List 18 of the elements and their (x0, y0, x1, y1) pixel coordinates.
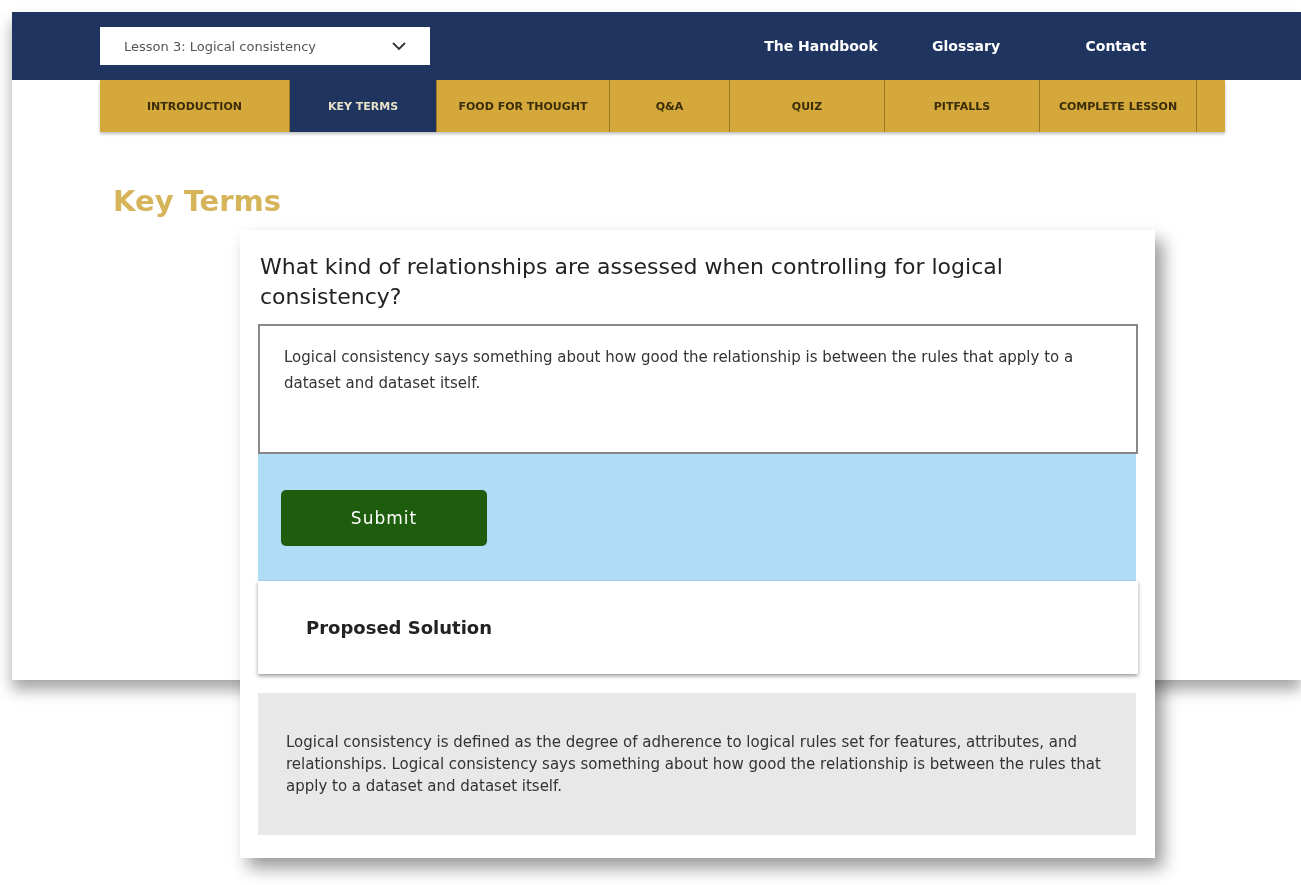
submit-button[interactable]: Submit (281, 489, 487, 546)
lesson-tab[interactable]: COMPLETE LESSON (1040, 80, 1197, 132)
nav-link[interactable]: Glossary (891, 38, 1041, 54)
lesson-tab[interactable]: QUIZ (730, 80, 885, 132)
page-heading: Key Terms (113, 184, 282, 218)
lesson-dropdown[interactable]: Lesson 3: Logical consistency (100, 27, 430, 65)
lesson-tab[interactable]: Q&A (610, 80, 730, 132)
lesson-tab[interactable]: INTRODUCTION (100, 80, 290, 132)
chevron-down-icon (392, 41, 406, 51)
nav-link[interactable]: The Handbook (751, 38, 891, 54)
question-text: What kind of relationships are assessed when controlling for logical consistency? (260, 253, 1004, 311)
nav-link[interactable]: Contact (1041, 38, 1191, 54)
answer-field[interactable]: Logical consistency says something about how good the relationship is between the rules that apply to a dataset and dataset itself. (258, 324, 1138, 454)
lesson-tab[interactable]: KEY TERMS (290, 80, 437, 132)
solution-title: Proposed Solution (306, 617, 493, 638)
solution-text: Logical consistency is defined as the degree of adherence to logical rules set for features, attributes, and relationships. Logical consistency says something about how good the relationship is between the rules that apply to a dataset and dataset itself. (286, 732, 1102, 797)
lesson-tab[interactable]: FOOD FOR THOUGHT (437, 80, 610, 132)
lesson-tab[interactable]: PITFALLS (885, 80, 1040, 132)
